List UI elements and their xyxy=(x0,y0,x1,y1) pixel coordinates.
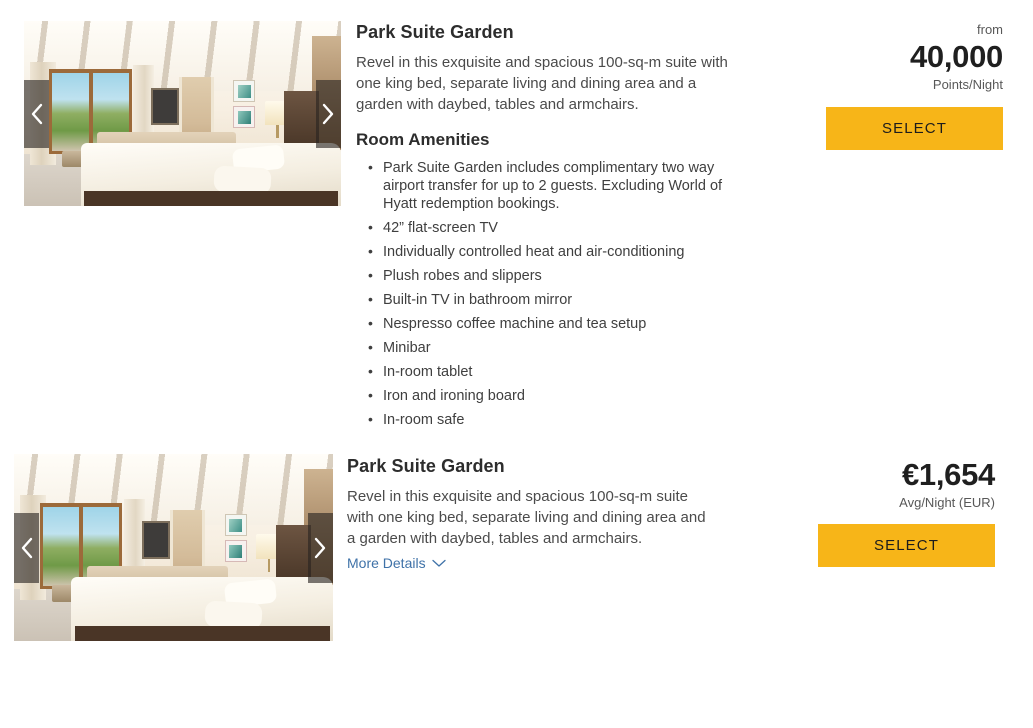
chevron-left-icon xyxy=(29,102,44,126)
amenities-heading: Room Amenities xyxy=(356,130,490,149)
amenity-item: Nespresso coffee machine and tea setup xyxy=(368,314,736,333)
room-description: Revel in this exquisite and spacious 100… xyxy=(347,488,706,547)
room-title: Park Suite Garden xyxy=(356,22,514,42)
amenity-item: 42” flat-screen TV xyxy=(368,218,736,237)
price-unit: Avg/Night (EUR) xyxy=(899,495,995,510)
gallery-prev-button[interactable] xyxy=(14,512,39,583)
chevron-right-icon xyxy=(321,102,336,126)
amenity-item: Minibar xyxy=(368,338,736,357)
amenity-item: Built-in TV in bathroom mirror xyxy=(368,290,736,309)
amenity-item: Plush robes and slippers xyxy=(368,266,736,285)
price-amount: 40,000 xyxy=(909,39,1003,74)
room-price-panel: from 40,000 Points/Night SELECT xyxy=(760,22,1003,150)
amenities-list: Park Suite Garden includes complimentary… xyxy=(356,158,736,429)
amenity-item: Individually controlled heat and air-con… xyxy=(368,242,736,261)
room-photo xyxy=(24,21,341,206)
gallery-next-button[interactable] xyxy=(316,79,341,148)
price-prefix: from xyxy=(977,22,1003,37)
price-amount: €1,654 xyxy=(901,457,995,492)
amenity-item: Park Suite Garden includes complimentary… xyxy=(368,158,743,213)
room-photo xyxy=(14,454,333,641)
amenity-item: In-room safe xyxy=(368,410,736,429)
room-image-gallery[interactable] xyxy=(14,454,333,641)
room-price-panel: €1,654 Avg/Night (EUR) SELECT xyxy=(752,457,995,567)
gallery-next-button[interactable] xyxy=(308,512,333,583)
room-details: Park Suite Garden Revel in this exquisit… xyxy=(347,456,722,573)
amenity-item: Iron and ironing board xyxy=(368,386,736,405)
room-details: Park Suite Garden Revel in this exquisit… xyxy=(356,22,736,435)
select-button[interactable]: SELECT xyxy=(818,524,995,567)
chevron-left-icon xyxy=(19,536,34,560)
gallery-prev-button[interactable] xyxy=(24,79,49,148)
price-unit: Points/Night xyxy=(932,77,1003,92)
room-description: Revel in this exquisite and spacious 100… xyxy=(356,54,728,113)
chevron-right-icon xyxy=(313,536,328,560)
more-details-link[interactable]: More Details xyxy=(347,555,446,571)
room-image-gallery[interactable] xyxy=(24,21,341,206)
room-results-page: Park Suite Garden Revel in this exquisit… xyxy=(0,0,1033,728)
more-details-label: More Details xyxy=(347,555,426,571)
room-title: Park Suite Garden xyxy=(347,456,505,476)
select-button[interactable]: SELECT xyxy=(826,107,1003,150)
amenity-item: In-room tablet xyxy=(368,362,736,381)
chevron-down-icon xyxy=(431,555,446,571)
